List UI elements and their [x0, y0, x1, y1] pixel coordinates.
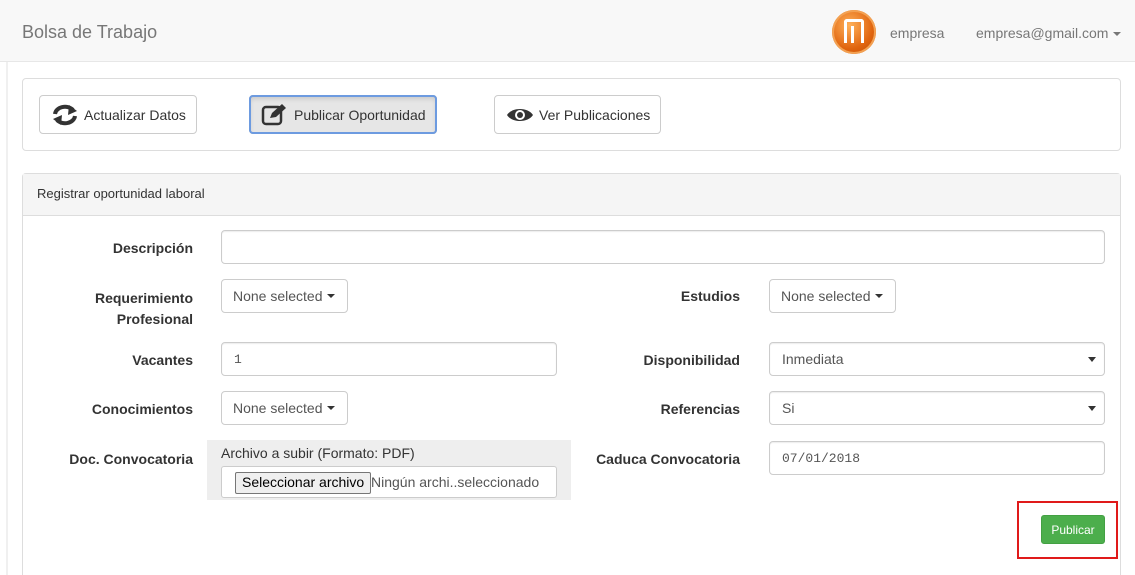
knowledge-dropdown[interactable]: None selected [221, 391, 348, 425]
professional-requirement-label: Requerimiento Profesional [60, 288, 193, 330]
file-upload-caption: Archivo a subir (Formato: PDF) [221, 445, 415, 461]
call-document-label: Doc. Convocatoria [69, 451, 193, 467]
availability-label: Disponibilidad [643, 352, 740, 368]
professional-requirement-value: None selected [233, 288, 323, 304]
edit-icon [260, 103, 290, 127]
file-upload-box: Archivo a subir (Formato: PDF) Seleccion… [207, 440, 571, 500]
top-navbar: Bolsa de Trabajo empresa empresa@gmail.c… [0, 0, 1135, 62]
user-name: empresa [890, 25, 945, 41]
chevron-down-icon [1113, 32, 1122, 37]
file-status-text: Ningún archi..seleccionado [371, 474, 540, 490]
chevron-down-icon [326, 406, 335, 410]
refresh-icon [50, 103, 80, 127]
view-publications-label: Ver Publicaciones [539, 106, 651, 123]
availability-select[interactable]: Inmediata [769, 342, 1105, 376]
page-left-border [6, 62, 8, 575]
form-heading: Registrar oportunidad laboral [23, 174, 1120, 216]
publish-opportunity-label: Publicar Oportunidad [294, 106, 426, 123]
availability-value: Inmediata [782, 351, 844, 367]
description-input[interactable] [221, 230, 1105, 264]
references-select[interactable]: Si [769, 391, 1105, 425]
vacancies-input[interactable]: 1 [221, 342, 557, 376]
studies-label: Estudios [680, 288, 740, 304]
publish-opportunity-button[interactable]: Publicar Oportunidad [249, 95, 437, 134]
eye-icon [505, 103, 535, 127]
view-publications-button[interactable]: Ver Publicaciones [494, 95, 662, 134]
professional-requirement-label-line2: Profesional [116, 311, 193, 327]
publish-button[interactable]: Publicar [1041, 515, 1105, 544]
references-value: Si [782, 400, 795, 416]
choose-file-button[interactable]: Seleccionar archivo [235, 472, 372, 494]
professional-requirement-dropdown[interactable]: None selected [221, 279, 348, 313]
knowledge-label: Conocimientos [91, 401, 193, 417]
user-email: empresa@gmail.com [976, 25, 1109, 41]
vacancies-label: Vacantes [132, 352, 193, 368]
update-data-label: Actualizar Datos [84, 106, 186, 123]
update-data-button[interactable]: Actualizar Datos [39, 95, 197, 134]
select-arrow-icon [1088, 406, 1096, 411]
brand-title[interactable]: Bolsa de Trabajo [22, 22, 157, 43]
file-input[interactable]: Seleccionar archivo Ningún archi..selecc… [221, 466, 557, 498]
select-arrow-icon [1088, 357, 1096, 362]
studies-dropdown[interactable]: None selected [769, 279, 896, 313]
chevron-down-icon [874, 294, 883, 298]
expiry-date-input[interactable]: 07/01/2018 [769, 441, 1105, 475]
action-toolbar: Actualizar Datos Publicar Oportunidad Ve… [22, 78, 1121, 151]
chevron-down-icon [326, 294, 335, 298]
studies-value: None selected [781, 288, 871, 304]
description-label: Descripción [112, 240, 193, 256]
professional-requirement-label-line1: Requerimiento [94, 290, 193, 306]
brand-logo-icon [832, 10, 876, 54]
user-menu-dropdown[interactable]: empresa@gmail.com [976, 25, 1122, 41]
knowledge-value: None selected [233, 400, 323, 416]
expiry-label: Caduca Convocatoria [596, 451, 740, 467]
references-label: Referencias [660, 401, 740, 417]
